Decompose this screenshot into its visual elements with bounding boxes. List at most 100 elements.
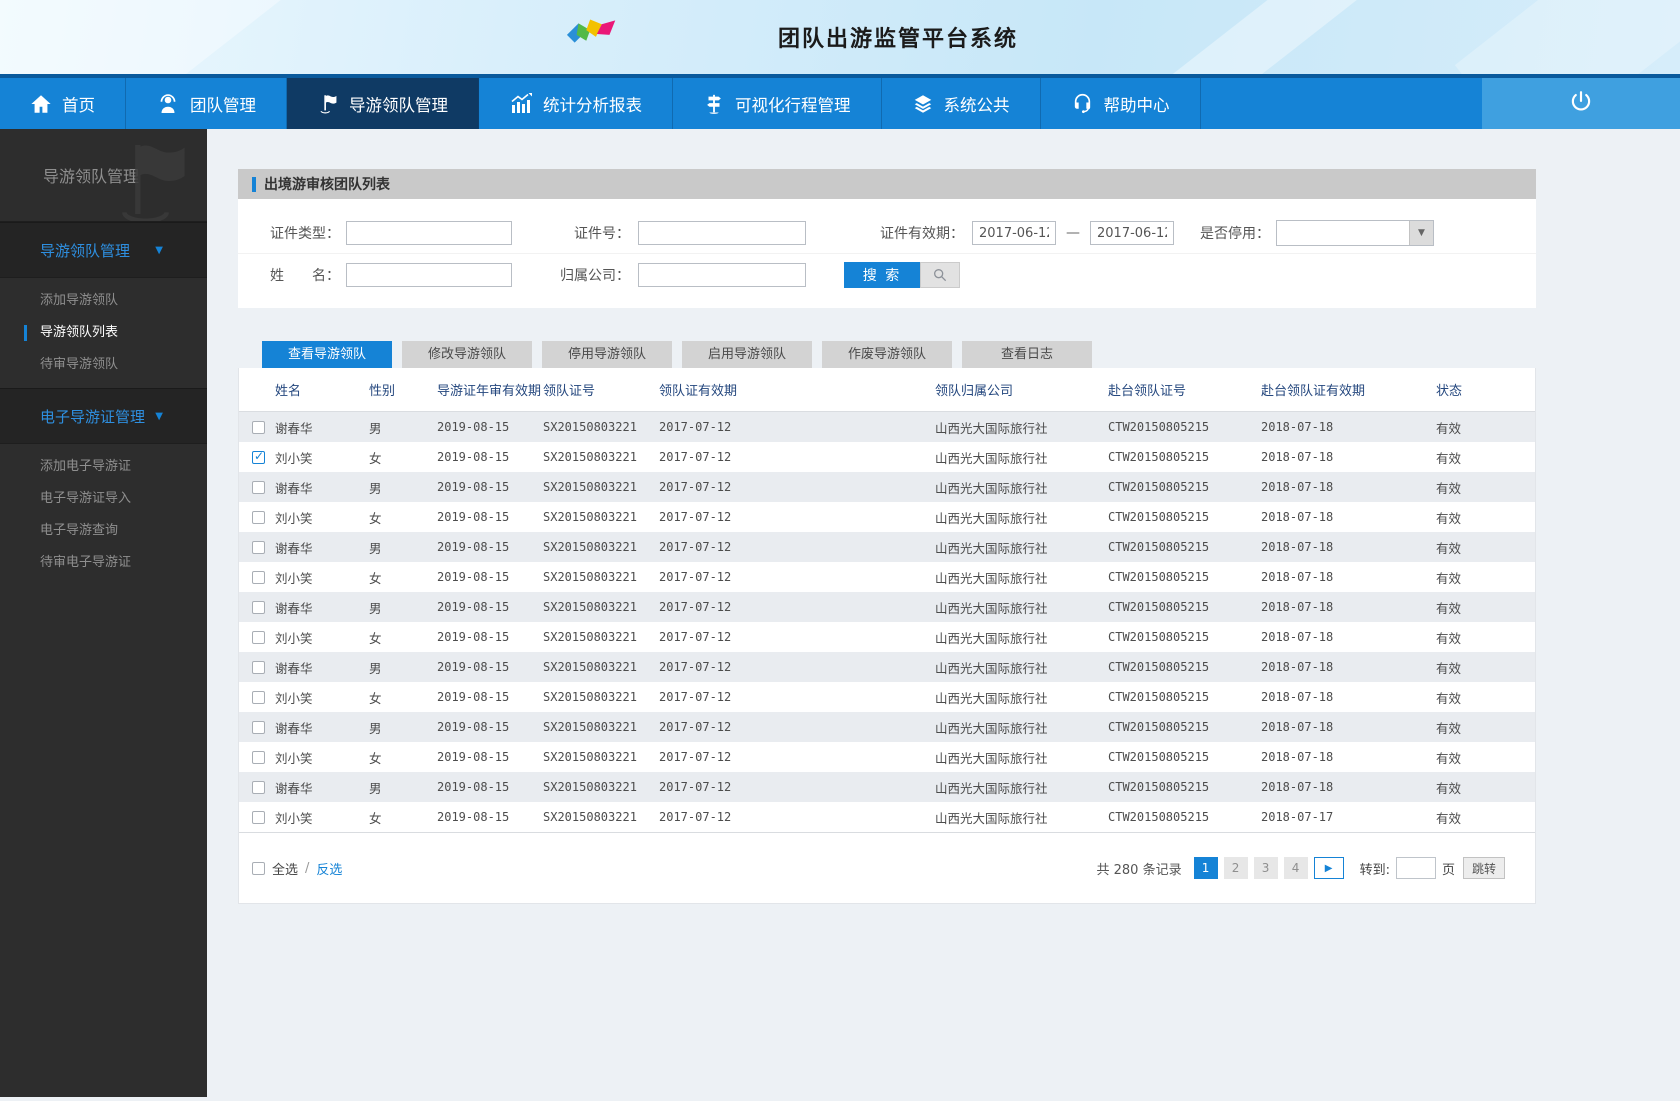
row-checkbox[interactable] xyxy=(252,720,265,734)
sidebar-group-header[interactable]: 导游领队管理 ▼ xyxy=(0,222,207,278)
cell-tw_leader_valid: 2018-07-18 xyxy=(1261,600,1334,614)
nav-item-help[interactable]: 帮助中心 xyxy=(1041,78,1201,129)
title-accent-bar xyxy=(252,176,256,192)
select-all-label[interactable]: 全选 xyxy=(272,859,298,878)
cell-annual_valid: 2019-08-15 xyxy=(437,420,510,434)
sidebar-item[interactable]: 导游领队列表 xyxy=(0,317,207,349)
column-header: 姓名 xyxy=(275,384,302,399)
table-row: 刘小笑 女 2019-08-15 SX20150803221 2017-07-12 山西光… xyxy=(239,622,1535,652)
cell-tw_leader_valid: 2018-07-18 xyxy=(1261,540,1334,554)
search-button[interactable]: 搜 索 xyxy=(844,261,920,288)
cell-gender: 男 xyxy=(369,660,382,676)
search-icon[interactable] xyxy=(920,261,960,288)
next-page-button[interactable]: ▶ xyxy=(1313,857,1344,879)
cell-tw_leader_no: CTW20150805215 xyxy=(1108,750,1210,764)
nav-item-label: 团队管理 xyxy=(190,95,256,115)
sidebar-item[interactable]: 待审导游领队 xyxy=(0,349,207,381)
nav-item-label: 导游领队管理 xyxy=(349,95,448,115)
chevron-down-icon: ▼ xyxy=(155,410,163,422)
cell-annual_valid: 2019-08-15 xyxy=(437,540,510,554)
cell-tw_leader_no: CTW20150805215 xyxy=(1108,540,1210,554)
row-checkbox[interactable] xyxy=(252,420,265,434)
tab[interactable]: 作废导游领队 xyxy=(822,341,952,368)
cell-name: 刘小笑 xyxy=(275,570,313,586)
cell-guide_cert_no: SX20150803221 xyxy=(543,510,637,524)
company-input[interactable] xyxy=(638,262,806,287)
table-row: 刘小笑 女 2019-08-15 SX20150803221 2017-07-12 山西光… xyxy=(239,742,1535,772)
page-button-3[interactable]: 3 xyxy=(1253,857,1278,879)
logout-button[interactable] xyxy=(1482,78,1680,129)
table-row: 谢春华 男 2019-08-15 SX20150803221 2017-07-12 山西光… xyxy=(239,532,1535,562)
nav-item-label: 系统公共 xyxy=(943,95,1010,115)
sidebar-item[interactable]: 添加导游领队 xyxy=(0,285,207,317)
header-decor xyxy=(0,0,344,74)
cell-tw_leader_no: CTW20150805215 xyxy=(1108,510,1210,524)
nav-item-home[interactable]: 首页 xyxy=(0,78,126,129)
row-checkbox[interactable] xyxy=(252,510,265,524)
row-checkbox[interactable] xyxy=(252,780,265,794)
nav-item-guide[interactable]: 导游领队管理 xyxy=(287,78,479,129)
checkbox-cell xyxy=(239,810,275,824)
nav-item-system[interactable]: 系统公共 xyxy=(882,78,1041,129)
tab[interactable]: 修改导游领队 xyxy=(402,341,532,368)
nav-item-stats[interactable]: 统计分析报表 xyxy=(479,78,673,129)
nav-item-visual[interactable]: 可视化行程管理 xyxy=(673,78,882,129)
name-input[interactable] xyxy=(346,262,512,287)
cell-gender: 女 xyxy=(369,450,382,466)
sidebar-item[interactable]: 电子导游查询 xyxy=(0,515,207,547)
cell-name: 谢春华 xyxy=(275,780,313,796)
cert-no-input[interactable] xyxy=(638,221,806,245)
cert-type-input[interactable] xyxy=(346,221,512,245)
column-header: 导游证年审有效期 xyxy=(437,384,542,399)
row-checkbox[interactable] xyxy=(252,570,265,584)
page-button-2[interactable]: 2 xyxy=(1223,857,1248,879)
jump-button[interactable]: 跳转 xyxy=(1462,857,1505,879)
tab[interactable]: 停用导游领队 xyxy=(542,341,672,368)
nav-item-label: 统计分析报表 xyxy=(543,95,642,115)
goto-page-input[interactable] xyxy=(1395,857,1436,879)
row-checkbox[interactable] xyxy=(252,750,265,764)
cell-tw_leader_no: CTW20150805215 xyxy=(1108,780,1210,794)
nav-item-label: 帮助中心 xyxy=(1103,95,1170,115)
sidebar-item[interactable]: 待审电子导游证 xyxy=(0,547,207,579)
layers-icon xyxy=(912,93,934,115)
nav-item-team[interactable]: 团队管理 xyxy=(126,78,287,129)
cell-status: 有效 xyxy=(1436,450,1462,466)
row-checkbox[interactable] xyxy=(252,480,265,494)
page-button-1[interactable]: 1 xyxy=(1193,857,1218,879)
row-checkbox[interactable] xyxy=(252,600,265,614)
tab[interactable]: 查看导游领队 xyxy=(262,341,392,368)
cell-company: 山西光大国际旅行社 xyxy=(935,720,1048,736)
cell-company: 山西光大国际旅行社 xyxy=(935,480,1048,496)
checkbox-cell xyxy=(239,540,275,554)
row-checkbox[interactable] xyxy=(252,540,265,554)
cell-tw_leader_valid: 2018-07-18 xyxy=(1261,720,1334,734)
sidebar-item[interactable]: 电子导游证导入 xyxy=(0,483,207,515)
sidebar-group-header[interactable]: 电子导游证管理 ▼ xyxy=(0,388,207,444)
tab[interactable]: 查看日志 xyxy=(962,341,1092,368)
cell-gender: 男 xyxy=(369,480,382,496)
row-checkbox[interactable] xyxy=(252,630,265,644)
select-all-checkbox[interactable] xyxy=(252,861,265,875)
cell-annual_valid: 2019-08-15 xyxy=(437,570,510,584)
cell-annual_valid: 2019-08-15 xyxy=(437,480,510,494)
table-panel: 姓名 性别 导游证年审有效期 领队证号 领队证有效期 领队归属公司 赴台领队证号 赴台领队证有… xyxy=(238,368,1536,904)
disabled-select[interactable]: ▼ xyxy=(1276,220,1434,246)
validity-from-input[interactable] xyxy=(972,221,1056,245)
row-checkbox[interactable] xyxy=(252,450,265,464)
cell-tw_leader_no: CTW20150805215 xyxy=(1108,570,1210,584)
cell-status: 有效 xyxy=(1436,600,1462,616)
validity-to-input[interactable] xyxy=(1090,221,1174,245)
row-checkbox[interactable] xyxy=(252,810,265,824)
table-row: 谢春华 男 2019-08-15 SX20150803221 2017-07-12 山西光… xyxy=(239,592,1535,622)
main-content: 出境游审核团队列表 证件类型： 证件号： 证件有效期： — 是否停用： xyxy=(207,129,1680,1097)
page-button-4[interactable]: 4 xyxy=(1283,857,1308,879)
sidebar-item[interactable]: 添加电子导游证 xyxy=(0,451,207,483)
invert-selection-link[interactable]: 反选 xyxy=(316,859,342,878)
tab[interactable]: 启用导游领队 xyxy=(682,341,812,368)
row-checkbox[interactable] xyxy=(252,690,265,704)
checkbox-cell xyxy=(239,660,275,674)
row-checkbox[interactable] xyxy=(252,660,265,674)
table-row: 刘小笑 女 2019-08-15 SX20150803221 2017-07-12 山西光… xyxy=(239,802,1535,832)
cell-leader_cert_valid: 2017-07-12 xyxy=(659,780,732,794)
